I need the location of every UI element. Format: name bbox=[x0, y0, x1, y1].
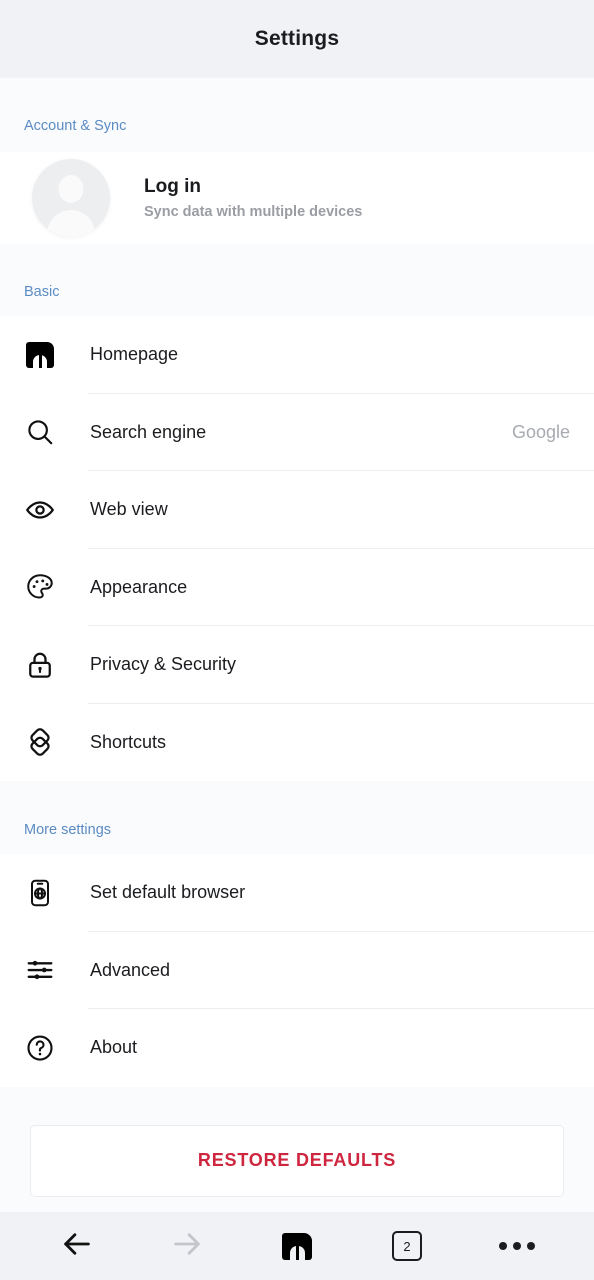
settings-row-about[interactable]: About bbox=[0, 1009, 594, 1087]
avatar-head-shape bbox=[58, 175, 84, 203]
eye-icon bbox=[20, 490, 60, 530]
section-header-basic-label: Basic bbox=[24, 284, 60, 300]
back-button[interactable] bbox=[47, 1220, 107, 1272]
settings-row-advanced[interactable]: Advanced bbox=[0, 931, 594, 1009]
settings-row-shortcuts[interactable]: Shortcuts bbox=[0, 703, 594, 781]
more-dots-icon bbox=[499, 1242, 535, 1250]
settings-row-set-default-browser[interactable]: Set default browser bbox=[0, 854, 594, 932]
maxthon-logo-icon bbox=[20, 335, 60, 375]
login-row[interactable]: Log in Sync data with multiple devices bbox=[0, 152, 594, 244]
section-header-more-label: More settings bbox=[24, 822, 112, 838]
arrow-right-icon bbox=[170, 1227, 204, 1266]
phone-globe-icon bbox=[20, 873, 60, 913]
login-text-block: Log in Sync data with multiple devices bbox=[144, 176, 362, 220]
restore-defaults-section: RESTORE DEFAULTS bbox=[0, 1086, 594, 1212]
page-title: Settings bbox=[254, 27, 340, 50]
shortcuts-icon bbox=[20, 722, 60, 762]
sliders-icon bbox=[20, 950, 60, 990]
login-title: Log in bbox=[144, 176, 201, 197]
home-button[interactable] bbox=[267, 1220, 327, 1272]
forward-button[interactable] bbox=[157, 1220, 217, 1272]
settings-row-privacy-security[interactable]: Privacy & Security bbox=[0, 626, 594, 704]
settings-row-web-view[interactable]: Web view bbox=[0, 471, 594, 549]
palette-icon bbox=[20, 567, 60, 607]
settings-scroll-body: Account & Sync Log in Sync data with mul… bbox=[0, 78, 594, 1212]
avatar bbox=[32, 159, 110, 237]
bottom-toolbar: 2 bbox=[0, 1212, 594, 1280]
settings-row-value: Google bbox=[511, 421, 570, 442]
settings-row-homepage[interactable]: Homepage bbox=[0, 316, 594, 394]
settings-row-appearance[interactable]: Appearance bbox=[0, 548, 594, 626]
settings-row-label: Set default browser bbox=[90, 882, 246, 903]
tab-switcher-button[interactable]: 2 bbox=[377, 1220, 437, 1272]
tab-count-badge: 2 bbox=[392, 1231, 422, 1261]
settings-row-search-engine[interactable]: Search engine Google bbox=[0, 393, 594, 471]
question-circle-icon bbox=[20, 1028, 60, 1068]
settings-screen: Settings Account & Sync Log in Sync data… bbox=[0, 0, 594, 1280]
settings-row-label: About bbox=[90, 1037, 138, 1058]
avatar-body-shape bbox=[47, 210, 95, 237]
arrow-left-icon bbox=[60, 1227, 94, 1266]
settings-row-label: Web view bbox=[90, 499, 168, 520]
settings-row-label: Advanced bbox=[90, 959, 171, 980]
settings-row-label: Shortcuts bbox=[90, 731, 167, 752]
settings-row-label: Search engine bbox=[90, 421, 207, 442]
section-header-more: More settings bbox=[0, 781, 594, 854]
settings-row-label: Appearance bbox=[90, 576, 188, 597]
lock-icon bbox=[20, 645, 60, 685]
restore-defaults-button[interactable]: RESTORE DEFAULTS bbox=[30, 1124, 564, 1197]
basic-settings-list: Homepage Search engine Google Web view A… bbox=[0, 316, 594, 781]
menu-button[interactable] bbox=[487, 1220, 547, 1272]
login-subtitle: Sync data with multiple devices bbox=[144, 204, 363, 220]
search-icon bbox=[20, 412, 60, 452]
maxthon-logo-icon bbox=[282, 1232, 312, 1260]
section-header-account: Account & Sync bbox=[0, 78, 594, 152]
more-settings-list: Set default browser Advanced About bbox=[0, 854, 594, 1087]
app-header: Settings bbox=[0, 0, 594, 78]
section-header-basic: Basic bbox=[0, 244, 594, 316]
settings-row-label: Privacy & Security bbox=[90, 654, 237, 675]
section-header-account-label: Account & Sync bbox=[24, 118, 127, 134]
settings-row-label: Homepage bbox=[90, 344, 179, 365]
